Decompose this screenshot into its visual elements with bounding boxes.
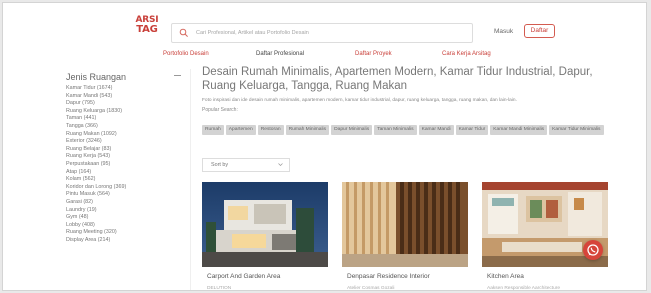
minus-icon[interactable] — [174, 75, 181, 76]
room-type-item[interactable]: Dapur (795) — [66, 100, 186, 108]
search-icon — [179, 28, 188, 37]
nav-item-portofolio-desain[interactable]: Portofolio Desain — [163, 51, 209, 57]
portfolio-image[interactable] — [342, 182, 468, 267]
card-subtitle[interactable]: Atelier Cosmas Gozali — [347, 286, 394, 290]
tag-restoran[interactable]: Restoran — [257, 125, 284, 136]
room-type-item[interactable]: Lobby (408) — [66, 222, 186, 230]
sidebar-divider — [190, 69, 191, 290]
popular-tags: Rumah Apartemen Restoran Rumah Minimalis Dap… — [202, 117, 607, 138]
card-title[interactable]: Carport And Garden Area — [207, 273, 280, 280]
nav-item-daftar-profesional[interactable]: Daftar Profesional — [256, 51, 304, 57]
card-subtitle[interactable]: Aaksen Responsible Aarchitecture — [487, 286, 560, 290]
main-nav: Portofolio Desain Daftar Profesional Daf… — [3, 48, 646, 62]
nav-item-daftar-proyek[interactable]: Daftar Proyek — [355, 51, 392, 57]
search-bar[interactable] — [171, 23, 473, 43]
popular-search-label: Popular Search: — [202, 107, 238, 114]
main-content: Desain Rumah Minimalis, Apartemen Modern… — [202, 65, 607, 138]
page-description: Foto inspirasi dan ide desain rumah mini… — [202, 97, 517, 103]
tag-apartemen[interactable]: Apartemen — [225, 125, 256, 136]
card-subtitle[interactable]: DELUTION — [207, 286, 231, 290]
whatsapp-chat-button[interactable] — [583, 240, 603, 260]
room-type-item[interactable]: Ruang Kerja (543) — [66, 153, 186, 161]
sort-by-label: Sort by — [211, 162, 229, 168]
search-input[interactable] — [196, 27, 466, 39]
tag-kamar-mandi-minimalis[interactable]: Kamar Mandi Minimalis — [490, 125, 548, 136]
register-button[interactable]: Daftar — [524, 24, 555, 38]
room-type-item[interactable]: Ruang Meeting (320) — [66, 229, 186, 237]
top-header: ARSI TAG Masuk Daftar — [3, 3, 646, 47]
tag-taman-minimalis[interactable]: Taman Minimalis — [374, 125, 417, 136]
chevron-down-icon — [278, 163, 283, 166]
room-type-filter: Jenis Ruangan Kamar Tidur (1674) Kamar M… — [66, 72, 186, 244]
room-type-item[interactable]: Kolam (562) — [66, 176, 186, 184]
room-type-item[interactable]: Taman (441) — [66, 115, 186, 123]
nav-item-cara-kerja[interactable]: Cara Kerja Arsitag — [442, 51, 491, 57]
room-type-item[interactable]: Ruang Belajar (83) — [66, 146, 186, 154]
room-type-item[interactable]: Laundry (19) — [66, 207, 186, 215]
tag-kamar-tidur-minimalis[interactable]: Kamar Tidur Minimalis — [549, 125, 604, 136]
room-type-item[interactable]: Gym (48) — [66, 214, 186, 222]
filter-title: Jenis Ruangan — [66, 72, 127, 82]
tag-rumah[interactable]: Rumah — [202, 125, 224, 136]
tag-rumah-minimalis[interactable]: Rumah Minimalis — [285, 125, 330, 136]
room-type-item[interactable]: Pintu Masuk (564) — [66, 191, 186, 199]
room-type-list: Kamar Tidur (1674) Kamar Mandi (543) Dap… — [66, 85, 186, 244]
room-type-item[interactable]: Ruang Makan (1092) — [66, 131, 186, 139]
room-type-item[interactable]: Garasi (82) — [66, 199, 186, 207]
portfolio-card[interactable]: Kitchen Area Aaksen Responsible Aarchite… — [482, 182, 608, 290]
login-link[interactable]: Masuk — [494, 28, 513, 35]
tag-kamar-mandi[interactable]: Kamar Mandi — [418, 125, 454, 136]
room-type-item[interactable]: Exterior (3246) — [66, 138, 186, 146]
room-type-item[interactable]: Atap (164) — [66, 169, 186, 177]
tag-kamar-tidur[interactable]: Kamar Tidur — [455, 125, 489, 136]
page: ARSI TAG Masuk Daftar Portofolio Desain … — [2, 2, 647, 291]
tag-dapur-minimalis[interactable]: Dapur Minimalis — [331, 125, 373, 136]
page-title: Desain Rumah Minimalis, Apartemen Modern… — [202, 66, 593, 93]
card-title[interactable]: Kitchen Area — [487, 273, 524, 280]
portfolio-card[interactable]: Denpasar Residence Interior Atelier Cosm… — [342, 182, 468, 290]
room-type-item[interactable]: Ruang Keluarga (1830) — [66, 108, 186, 116]
whatsapp-icon — [587, 244, 599, 256]
room-type-item[interactable]: Kamar Mandi (543) — [66, 93, 186, 101]
portfolio-card[interactable]: Carport And Garden Area DELUTION — [202, 182, 328, 290]
room-type-item[interactable]: Display Area (214) — [66, 237, 186, 245]
room-type-item[interactable]: Koridor dan Lorong (369) — [66, 184, 186, 192]
logo-line-2: TAG — [136, 24, 158, 35]
arsitag-logo[interactable]: ARSI TAG — [134, 16, 160, 35]
room-type-item[interactable]: Kamar Tidur (1674) — [66, 85, 186, 93]
card-title[interactable]: Denpasar Residence Interior — [347, 273, 430, 280]
sort-by-select[interactable]: Sort by — [202, 158, 290, 172]
room-type-item[interactable]: Tangga (366) — [66, 123, 186, 131]
room-type-item[interactable]: Perpustakaan (95) — [66, 161, 186, 169]
portfolio-image[interactable] — [202, 182, 328, 267]
